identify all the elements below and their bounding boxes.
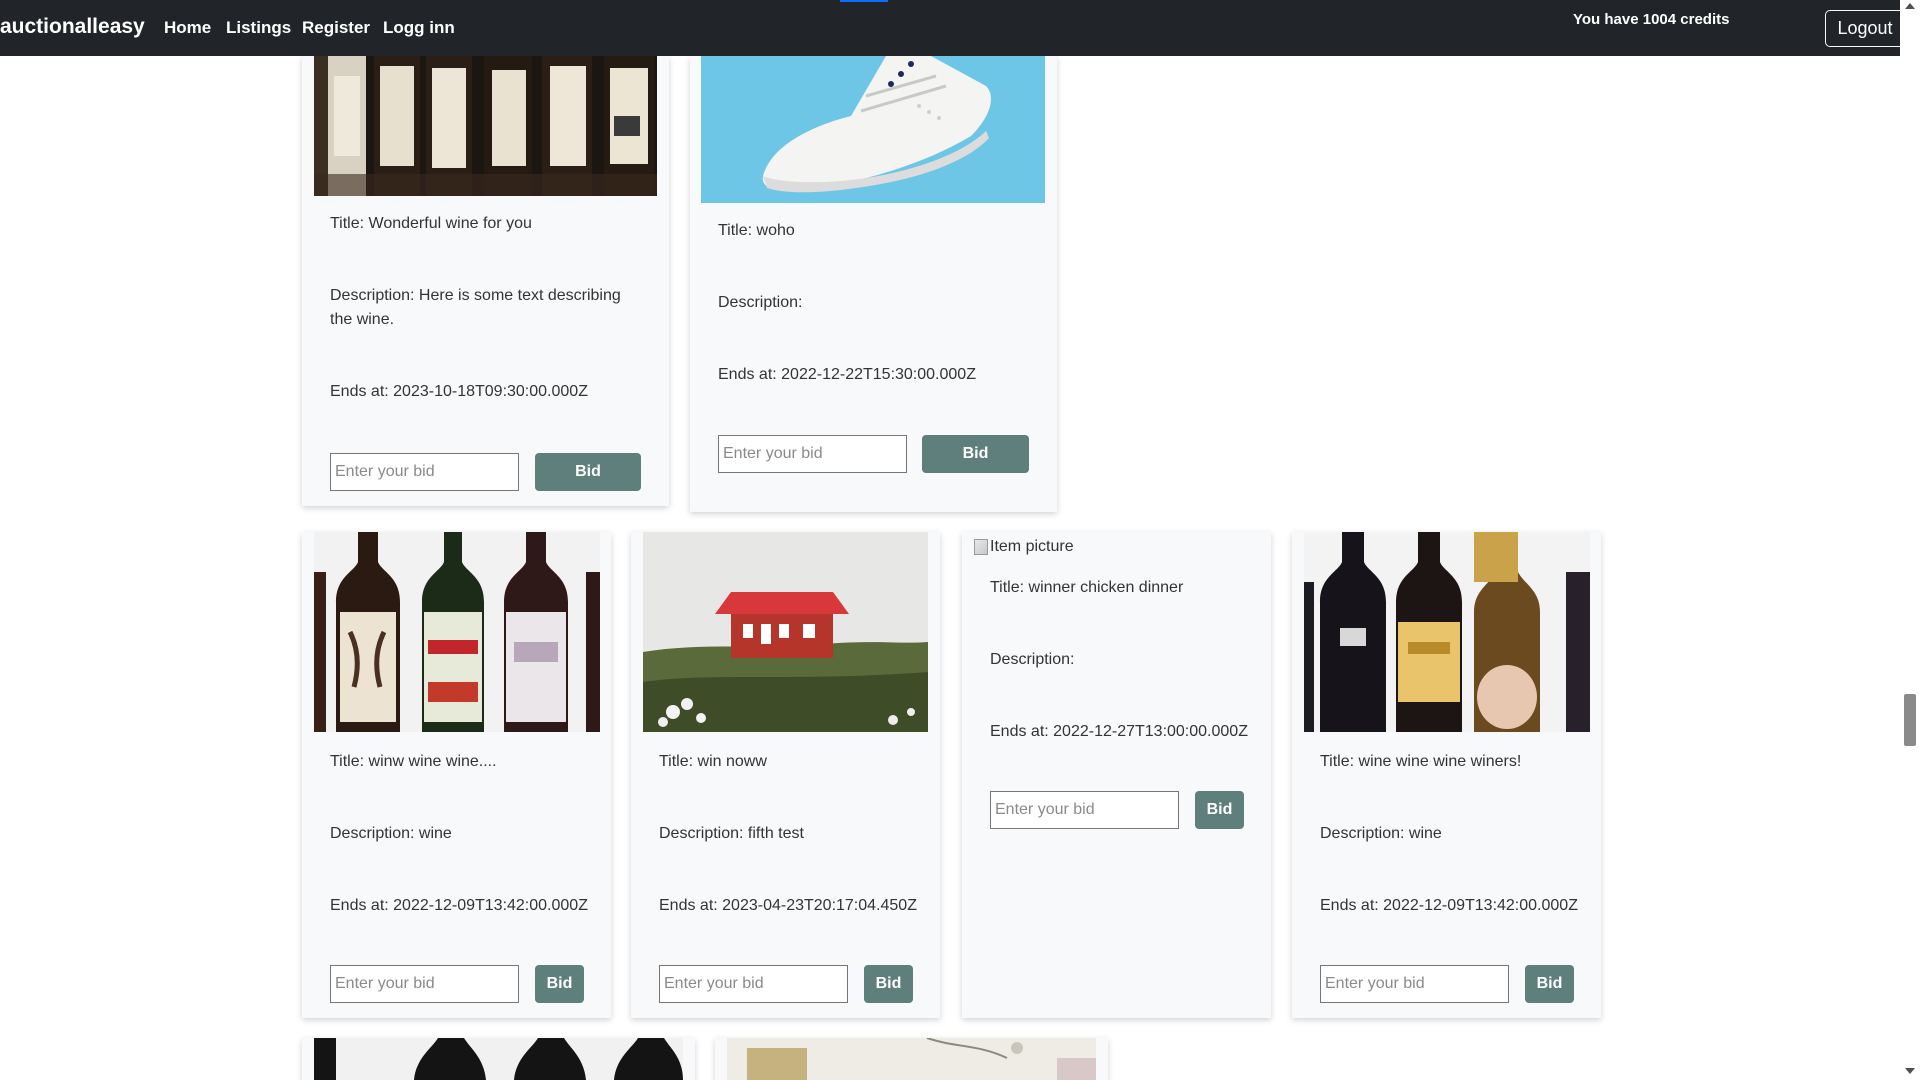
- bid-input[interactable]: [1320, 965, 1509, 1003]
- listing-description: Description:: [990, 651, 1075, 668]
- listing-end-date: Ends at: 2022-12-09T13:42:00.000Z: [330, 897, 588, 914]
- bid-input[interactable]: [330, 965, 519, 1003]
- listing-description: Description: wine: [330, 825, 452, 842]
- credits-balance: You have 1004 credits: [1573, 11, 1730, 28]
- listing-description: Description: wine: [1320, 825, 1442, 842]
- bid-input[interactable]: [659, 965, 848, 1003]
- top-navbar: auctionalleasy Home Listings Register Lo…: [0, 0, 1905, 56]
- brand-logo[interactable]: auctionalleasy: [0, 15, 145, 39]
- listing-title: Title: Wonderful wine for you: [330, 215, 532, 232]
- scroll-thumb[interactable]: [1904, 694, 1916, 746]
- listing-image-wine-bottles: [314, 532, 600, 732]
- broken-image-alt-text: Item picture: [990, 538, 1074, 555]
- listing-card: Item picture Title: winner chicken dinne…: [962, 532, 1271, 1018]
- listing-title: Title: winw wine wine....: [330, 753, 497, 770]
- listing-description: Description:: [718, 294, 803, 311]
- nav-link-register[interactable]: Register: [302, 18, 370, 38]
- listing-image-broken: Item picture: [974, 538, 1074, 556]
- nav-link-listings[interactable]: Listings: [226, 18, 291, 38]
- scroll-down-arrow-icon[interactable]: [1905, 1068, 1915, 1074]
- listing-image-wine-bottles: [314, 56, 657, 196]
- bid-button[interactable]: Bid: [1195, 791, 1244, 829]
- bid-button[interactable]: Bid: [535, 965, 584, 1003]
- bid-button[interactable]: Bid: [864, 965, 913, 1003]
- listing-card: Title: winw wine wine.... Description: w…: [302, 532, 611, 1018]
- listing-end-date: Ends at: 2023-10-18T09:30:00.000Z: [330, 383, 588, 400]
- listing-end-date: Ends at: 2022-12-09T13:42:00.000Z: [1320, 897, 1578, 914]
- listing-card: Title: Wonderful wine for you Descriptio…: [302, 56, 669, 506]
- bid-input[interactable]: [990, 791, 1179, 829]
- scroll-up-arrow-icon[interactable]: [1905, 3, 1915, 9]
- listing-title: Title: winner chicken dinner: [990, 579, 1184, 596]
- nav-active-indicator: [840, 0, 888, 2]
- listing-description: Description: Here is some text describin…: [330, 287, 621, 328]
- page-scrollbar[interactable]: [1900, 0, 1920, 1080]
- nav-link-login[interactable]: Logg inn: [383, 18, 455, 38]
- logout-button[interactable]: Logout: [1825, 10, 1905, 47]
- listing-title: Title: win noww: [659, 753, 767, 770]
- listing-end-date: Ends at: 2022-12-22T15:30:00.000Z: [718, 366, 976, 383]
- listing-image-wine-bottles: [314, 1038, 683, 1080]
- listing-card: Title: win noww Description: fifth test …: [631, 532, 940, 1018]
- bid-input[interactable]: [330, 453, 519, 491]
- listing-end-date: Ends at: 2023-04-23T20:17:04.450Z: [659, 897, 917, 914]
- listing-image-red-house: [643, 532, 928, 732]
- listing-end-date: Ends at: 2022-12-27T13:00:00.000Z: [990, 723, 1248, 740]
- listing-title: Title: wine wine wine winers!: [1320, 753, 1522, 770]
- listing-card: Title: woho Description: Ends at: 2022-1…: [690, 56, 1057, 512]
- listing-title: Title: woho: [718, 222, 795, 239]
- listing-description: Description: fifth test: [659, 825, 804, 842]
- bid-input[interactable]: [718, 435, 907, 473]
- listing-card: Title: wine wine wine winers! Descriptio…: [1292, 532, 1601, 1018]
- listing-card: [302, 1038, 695, 1080]
- listing-card: [715, 1038, 1108, 1080]
- bid-button[interactable]: Bid: [922, 435, 1029, 473]
- bid-button[interactable]: Bid: [535, 453, 641, 491]
- listing-image-wine-bottles: [1304, 532, 1590, 732]
- listing-image-flowers: [727, 1038, 1096, 1080]
- broken-image-icon: [974, 539, 988, 555]
- bid-button[interactable]: Bid: [1525, 965, 1574, 1003]
- nav-link-home[interactable]: Home: [164, 18, 211, 38]
- listing-image-sneaker: [701, 56, 1045, 203]
